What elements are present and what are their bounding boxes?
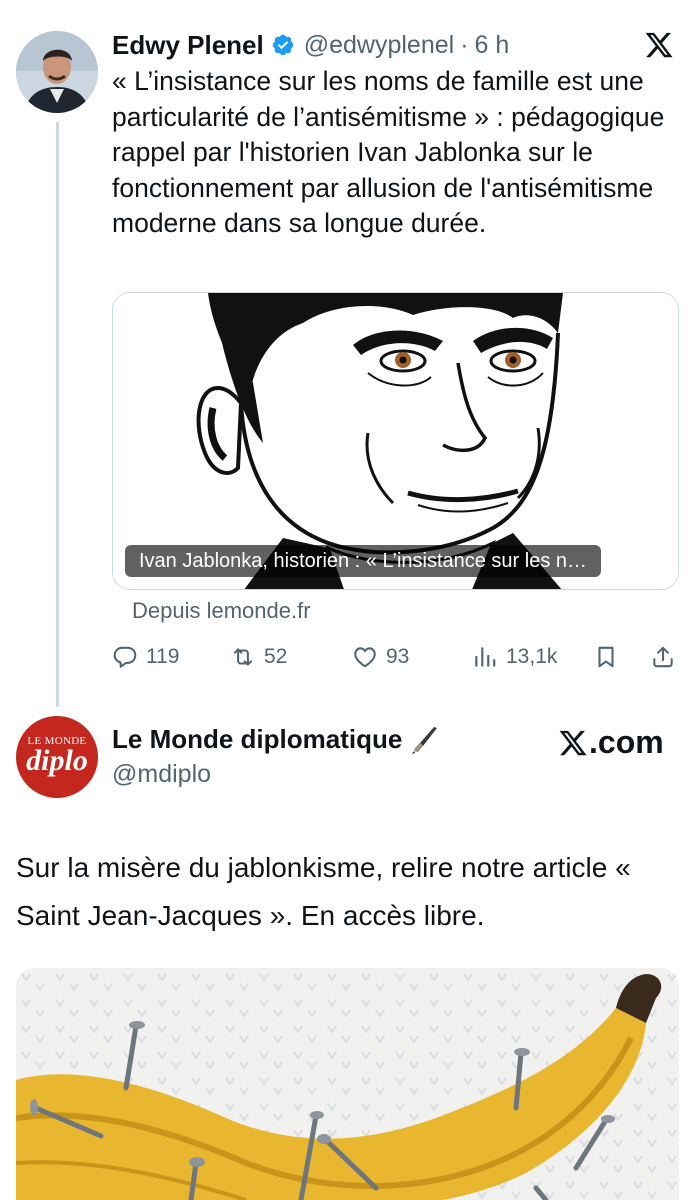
- share-icon: [653, 646, 673, 668]
- views-button[interactable]: 13,1k: [472, 640, 557, 674]
- verified-badge-icon: [272, 34, 293, 56]
- thread-connector-line: [56, 122, 59, 707]
- x-logo-icon: [559, 730, 587, 755]
- like-count: 93: [386, 645, 410, 668]
- share-button[interactable]: [650, 640, 684, 674]
- brand-text: .com: [589, 724, 664, 760]
- diplo-logo-main: diplo: [26, 744, 88, 777]
- avatar-photo: [16, 31, 98, 113]
- repost-icon: [233, 648, 253, 666]
- x-com-brand: .com: [558, 724, 664, 761]
- tweet1-action-bar: 119 52 93 13,1k: [112, 640, 682, 674]
- repost-count: 52: [264, 645, 288, 668]
- reply-icon: [113, 646, 137, 668]
- x-logo-icon[interactable]: [644, 30, 674, 60]
- views-icon: [475, 647, 496, 667]
- card-source[interactable]: Depuis lemonde.fr: [132, 598, 311, 624]
- separator-dot: ·: [460, 30, 469, 59]
- heart-icon: [354, 647, 376, 668]
- bookmark-button[interactable]: [593, 640, 627, 674]
- author-handle[interactable]: @edwyplenel: [304, 31, 454, 60]
- reply-button[interactable]: 119: [112, 640, 179, 674]
- link-card[interactable]: Ivan Jablonka, historien : « L’insistanc…: [112, 292, 679, 590]
- banana-nails-illustration: [16, 968, 679, 1200]
- fountain-pen-icon: [412, 726, 438, 754]
- tweet1-header: Edwy Plenel @edwyplenel · 6 h: [112, 28, 682, 62]
- tweet2-text: Sur la misère du jablonkisme, relire not…: [16, 852, 631, 931]
- author-handle-2[interactable]: @mdiplo: [112, 760, 211, 789]
- tweet1-text: « L’insistance sur les noms de famille e…: [112, 66, 665, 238]
- like-button[interactable]: 93: [352, 640, 409, 674]
- author-avatar-diplo[interactable]: LE MONDE diplo: [16, 716, 98, 798]
- repost-button[interactable]: 52: [230, 640, 287, 674]
- author-avatar[interactable]: [16, 31, 98, 113]
- views-count: 13,1k: [506, 645, 558, 668]
- author-name[interactable]: Edwy Plenel: [112, 30, 264, 61]
- card-caption: Ivan Jablonka, historien : « L’insistanc…: [125, 545, 602, 577]
- post-time[interactable]: 6 h: [475, 31, 510, 60]
- tweet2-media-image[interactable]: [16, 968, 679, 1200]
- author-name-2[interactable]: Le Monde diplomatique: [112, 724, 440, 755]
- bookmark-icon: [598, 646, 614, 668]
- author-name-text: Le Monde diplomatique: [112, 724, 403, 754]
- reply-count: 119: [146, 645, 180, 668]
